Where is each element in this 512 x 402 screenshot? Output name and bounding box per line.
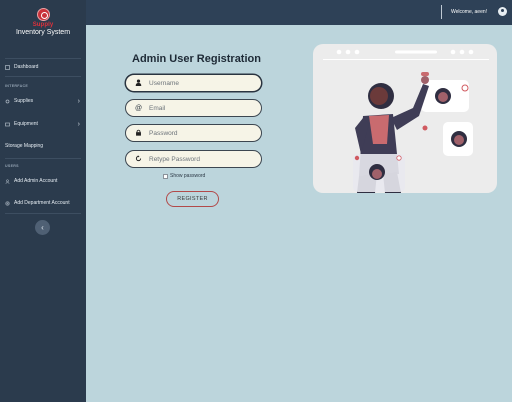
- at-icon: @: [134, 104, 143, 112]
- email-field[interactable]: @: [125, 99, 262, 117]
- sidebar: Supply Inventory System Dashboard INTERF…: [0, 0, 86, 402]
- password-field[interactable]: [125, 124, 262, 142]
- sidebar-collapse-button[interactable]: ‹: [35, 220, 50, 235]
- sidebar-item-label: Storage Mapping: [5, 143, 44, 149]
- page-title: Admin User Registration: [132, 53, 261, 65]
- welcome-text: Welcome, aeen!: [451, 9, 488, 15]
- person-profiles-illustration: [323, 49, 489, 193]
- user-icon: [134, 78, 143, 88]
- sidebar-item-storage-mapping[interactable]: Storage Mapping: [0, 139, 86, 153]
- email-input[interactable]: [149, 104, 259, 112]
- section-heading-interface: INTERFACE: [5, 84, 29, 88]
- registration-illustration: [313, 44, 497, 193]
- brand-subtitle: Inventory System: [15, 29, 71, 36]
- topbar: Welcome, aeen!: [86, 0, 512, 25]
- refresh-icon: [134, 154, 143, 164]
- password-input[interactable]: [149, 129, 259, 137]
- brand-logo-icon: [36, 8, 50, 21]
- show-password-label: Show password: [170, 173, 206, 179]
- chevron-right-icon: ›: [77, 120, 80, 128]
- supplies-icon: [5, 99, 10, 103]
- sidebar-item-label: Add Department Account: [14, 200, 70, 206]
- retype-password-field[interactable]: [125, 150, 262, 168]
- chevron-right-icon: ›: [77, 97, 80, 105]
- username-input[interactable]: [149, 79, 259, 87]
- sidebar-divider: [5, 213, 81, 214]
- sidebar-item-label: Equipment: [14, 121, 38, 127]
- username-field[interactable]: [125, 74, 262, 92]
- sidebar-item-label: Dashboard: [14, 64, 39, 70]
- sidebar-divider: [5, 158, 81, 159]
- sidebar-item-equipment[interactable]: Equipment ›: [0, 117, 86, 131]
- sidebar-item-add-department-account[interactable]: Add Department Account: [0, 196, 86, 210]
- sidebar-item-dashboard[interactable]: Dashboard: [0, 60, 86, 74]
- lock-icon: [134, 129, 143, 138]
- sidebar-divider: [5, 58, 81, 59]
- user-avatar-icon[interactable]: [498, 7, 507, 16]
- sidebar-item-add-admin-account[interactable]: Add Admin Account: [0, 174, 86, 188]
- show-password-checkbox[interactable]: [163, 173, 168, 179]
- brand: Supply Inventory System: [0, 0, 86, 58]
- chevron-left-icon: ‹: [41, 223, 44, 232]
- sidebar-item-label: Add Admin Account: [14, 178, 58, 184]
- register-button[interactable]: REGISTER: [166, 191, 219, 207]
- topbar-separator: [441, 5, 442, 19]
- section-heading-users: USERS: [5, 164, 19, 168]
- sidebar-divider: [5, 76, 81, 77]
- sidebar-item-supplies[interactable]: Supplies ›: [0, 94, 86, 108]
- brand-name: Supply: [32, 22, 54, 28]
- add-admin-icon: [5, 178, 10, 184]
- equipment-icon: [5, 122, 10, 126]
- add-department-icon: [5, 200, 10, 206]
- sidebar-item-label: Supplies: [14, 98, 34, 104]
- show-password-toggle[interactable]: Show password: [163, 173, 205, 179]
- dashboard-icon: [5, 64, 10, 70]
- retype-password-input[interactable]: [149, 155, 259, 163]
